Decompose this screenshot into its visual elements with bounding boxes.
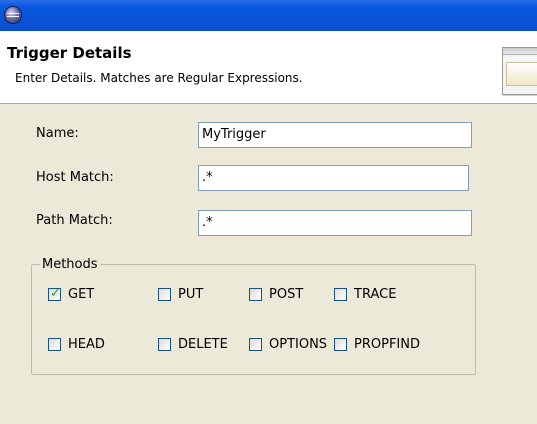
checkbox-label: DELETE bbox=[178, 337, 228, 352]
checkbox-box[interactable] bbox=[158, 338, 171, 351]
wizard-header: Trigger Details Enter Details. Matches a… bbox=[0, 31, 537, 104]
checkbox-box[interactable] bbox=[48, 338, 61, 351]
checkbox-label: TRACE bbox=[354, 287, 397, 302]
page-description: Enter Details. Matches are Regular Expre… bbox=[15, 71, 303, 85]
name-field[interactable]: MyTrigger bbox=[198, 122, 472, 148]
checkbox-box[interactable] bbox=[158, 288, 171, 301]
checkbox-box[interactable] bbox=[334, 288, 347, 301]
checkbox-label: POST bbox=[269, 287, 304, 302]
checkbox-box[interactable]: ✓ bbox=[48, 286, 61, 301]
path-match-label: Path Match: bbox=[36, 213, 113, 228]
checkmark-icon: ✓ bbox=[50, 286, 61, 301]
wizard-banner-icon bbox=[502, 47, 537, 95]
eclipse-icon[interactable] bbox=[5, 7, 21, 23]
path-match-field[interactable]: .* bbox=[198, 210, 472, 236]
name-label: Name: bbox=[36, 126, 79, 141]
checkbox-label: HEAD bbox=[68, 337, 105, 352]
methods-legend: Methods bbox=[40, 257, 100, 273]
checkbox-box[interactable] bbox=[249, 338, 262, 351]
methods-group bbox=[31, 264, 476, 375]
page-title: Trigger Details bbox=[7, 44, 132, 62]
checkbox-label: PUT bbox=[178, 287, 204, 302]
checkbox-box[interactable] bbox=[249, 288, 262, 301]
host-match-field[interactable]: .* bbox=[198, 165, 469, 191]
checkbox-box[interactable] bbox=[334, 338, 347, 351]
checkbox-label: PROPFIND bbox=[354, 337, 420, 352]
checkbox-label: OPTIONS bbox=[269, 337, 328, 352]
host-match-label: Host Match: bbox=[36, 170, 114, 185]
checkbox-label: GET bbox=[68, 287, 95, 302]
window-titlebar[interactable] bbox=[0, 0, 537, 31]
